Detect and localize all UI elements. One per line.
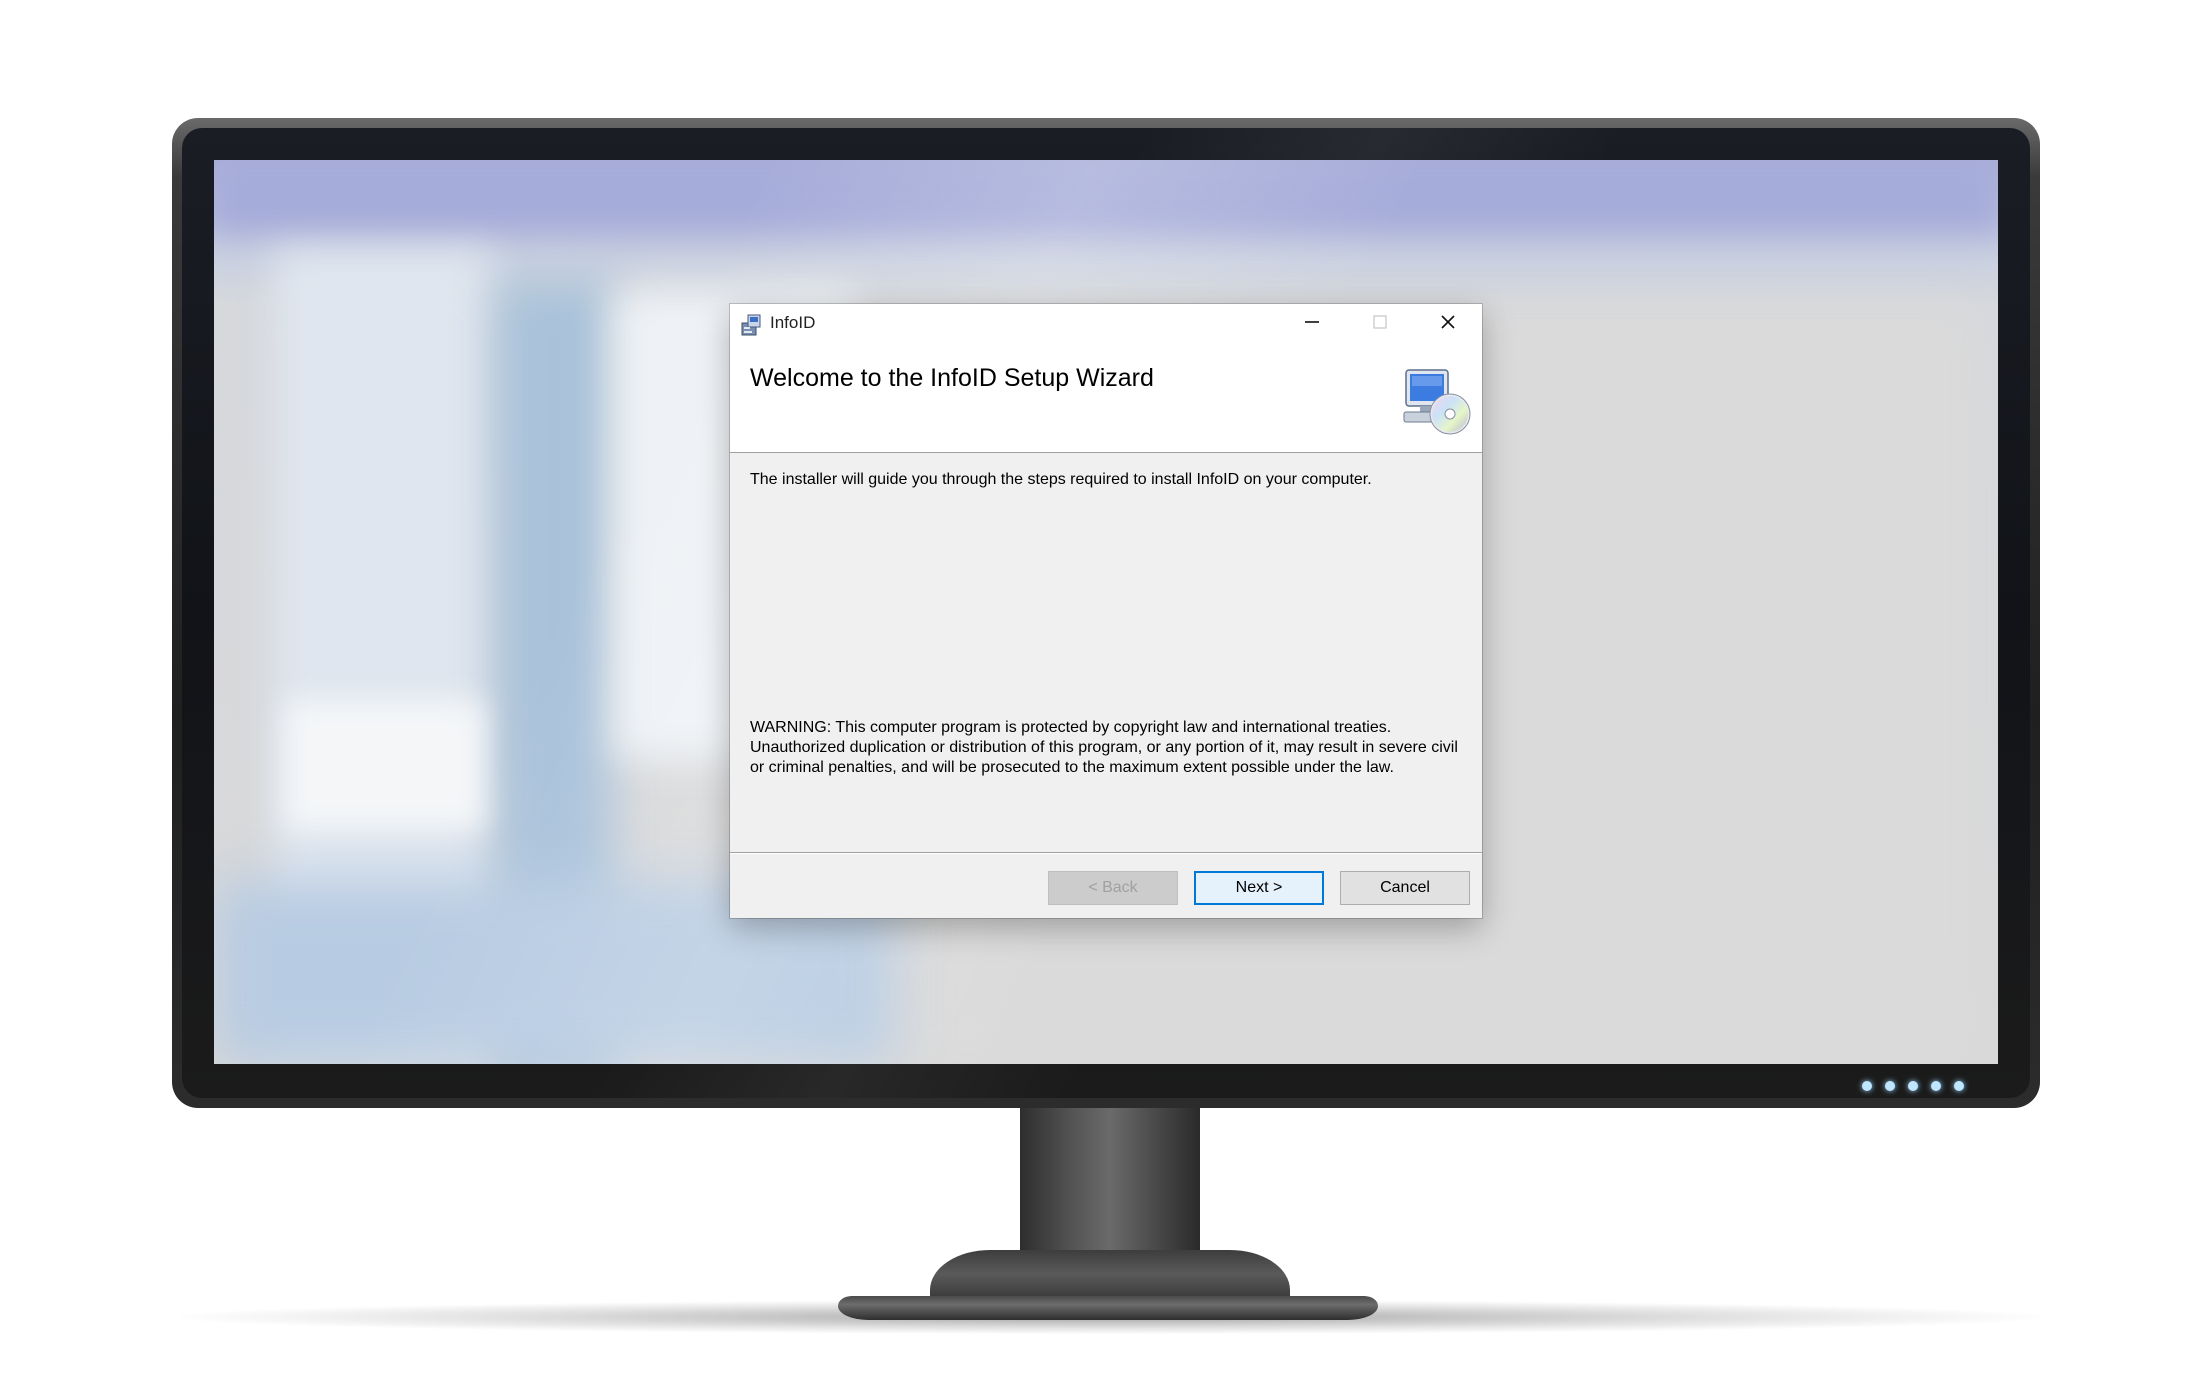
maximize-button [1346, 304, 1414, 344]
dialog-title: InfoID [770, 313, 816, 332]
setup-wizard-dialog: InfoID Welcome to the InfoID Setup Wizar… [730, 304, 1482, 918]
led-indicator [1908, 1081, 1918, 1091]
installer-app-icon [740, 313, 764, 337]
intro-text: The installer will guide you through the… [750, 471, 1372, 488]
close-icon [1439, 313, 1457, 336]
maximize-icon [1371, 313, 1389, 336]
close-button[interactable] [1414, 304, 1482, 344]
wizard-header-banner: Welcome to the InfoID Setup Wizard [730, 344, 1482, 453]
monitor-base [838, 1296, 1378, 1320]
wizard-heading: Welcome to the InfoID Setup Wizard [750, 364, 1154, 392]
monitor-indicator-leds [1862, 1081, 1972, 1095]
minimize-icon [1303, 313, 1321, 336]
minimize-button[interactable] [1278, 304, 1346, 344]
dialog-titlebar[interactable]: InfoID [730, 304, 1482, 344]
led-indicator [1862, 1081, 1872, 1091]
next-button[interactable]: Next > [1194, 871, 1324, 905]
led-indicator [1885, 1081, 1895, 1091]
led-indicator [1931, 1081, 1941, 1091]
cancel-button[interactable]: Cancel [1340, 871, 1470, 905]
copyright-warning: WARNING: This computer program is protec… [750, 719, 1458, 776]
computer-cd-icon [1400, 366, 1474, 438]
back-button: < Back [1048, 871, 1178, 905]
led-indicator [1954, 1081, 1964, 1091]
footer-separator [730, 852, 1482, 854]
